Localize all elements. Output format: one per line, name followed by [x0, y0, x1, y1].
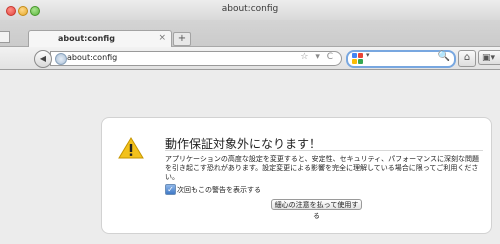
search-engine-dropdown-icon[interactable]: ▾ — [366, 51, 370, 59]
accept-risk-button[interactable]: 細心の注意を払って使用する — [271, 199, 362, 220]
menu-button[interactable]: ▣▾ — [478, 50, 500, 65]
check-icon: ✓ — [167, 185, 174, 194]
search-icon[interactable]: 🔍 — [438, 51, 450, 62]
new-tab-button[interactable]: + — [173, 32, 191, 46]
search-bar[interactable]: ▾ 🔍 — [346, 50, 456, 68]
bookmark-reload-icons[interactable]: ☆ ▾ C — [300, 52, 335, 62]
google-icon[interactable] — [352, 53, 363, 64]
home-button[interactable]: ⌂ — [458, 50, 476, 67]
plus-icon: + — [177, 33, 187, 44]
show-warning-label[interactable]: 次回もこの警告を表示する — [177, 185, 261, 195]
tab-label: about:config — [58, 34, 115, 43]
title-bar: about:config — [0, 0, 500, 20]
show-warning-checkbox[interactable]: ✓ — [165, 184, 176, 195]
home-icon: ⌂ — [463, 52, 471, 63]
globe-icon — [55, 53, 67, 65]
tab-about-config[interactable]: about:config × — [28, 30, 172, 47]
warning-icon — [118, 137, 144, 159]
browser-window: about:config about:config × + about:conf… — [0, 0, 500, 244]
menu-icon: ▣▾ — [482, 53, 496, 63]
url-bar[interactable]: about:config ☆ ▾ C — [50, 51, 342, 66]
warning-text: アプリケーションの高度な設定を変更すると、安定性、セキュリティ、パフォーマンスに… — [165, 155, 480, 181]
tab-close-icon[interactable]: × — [158, 33, 166, 43]
url-text[interactable]: about:config — [67, 53, 117, 62]
back-arrow-icon: ◀ — [39, 54, 47, 63]
tab-overview-button[interactable] — [0, 31, 10, 43]
back-button[interactable]: ◀ — [34, 50, 52, 68]
divider — [165, 150, 483, 151]
window-title: about:config — [221, 4, 279, 14]
